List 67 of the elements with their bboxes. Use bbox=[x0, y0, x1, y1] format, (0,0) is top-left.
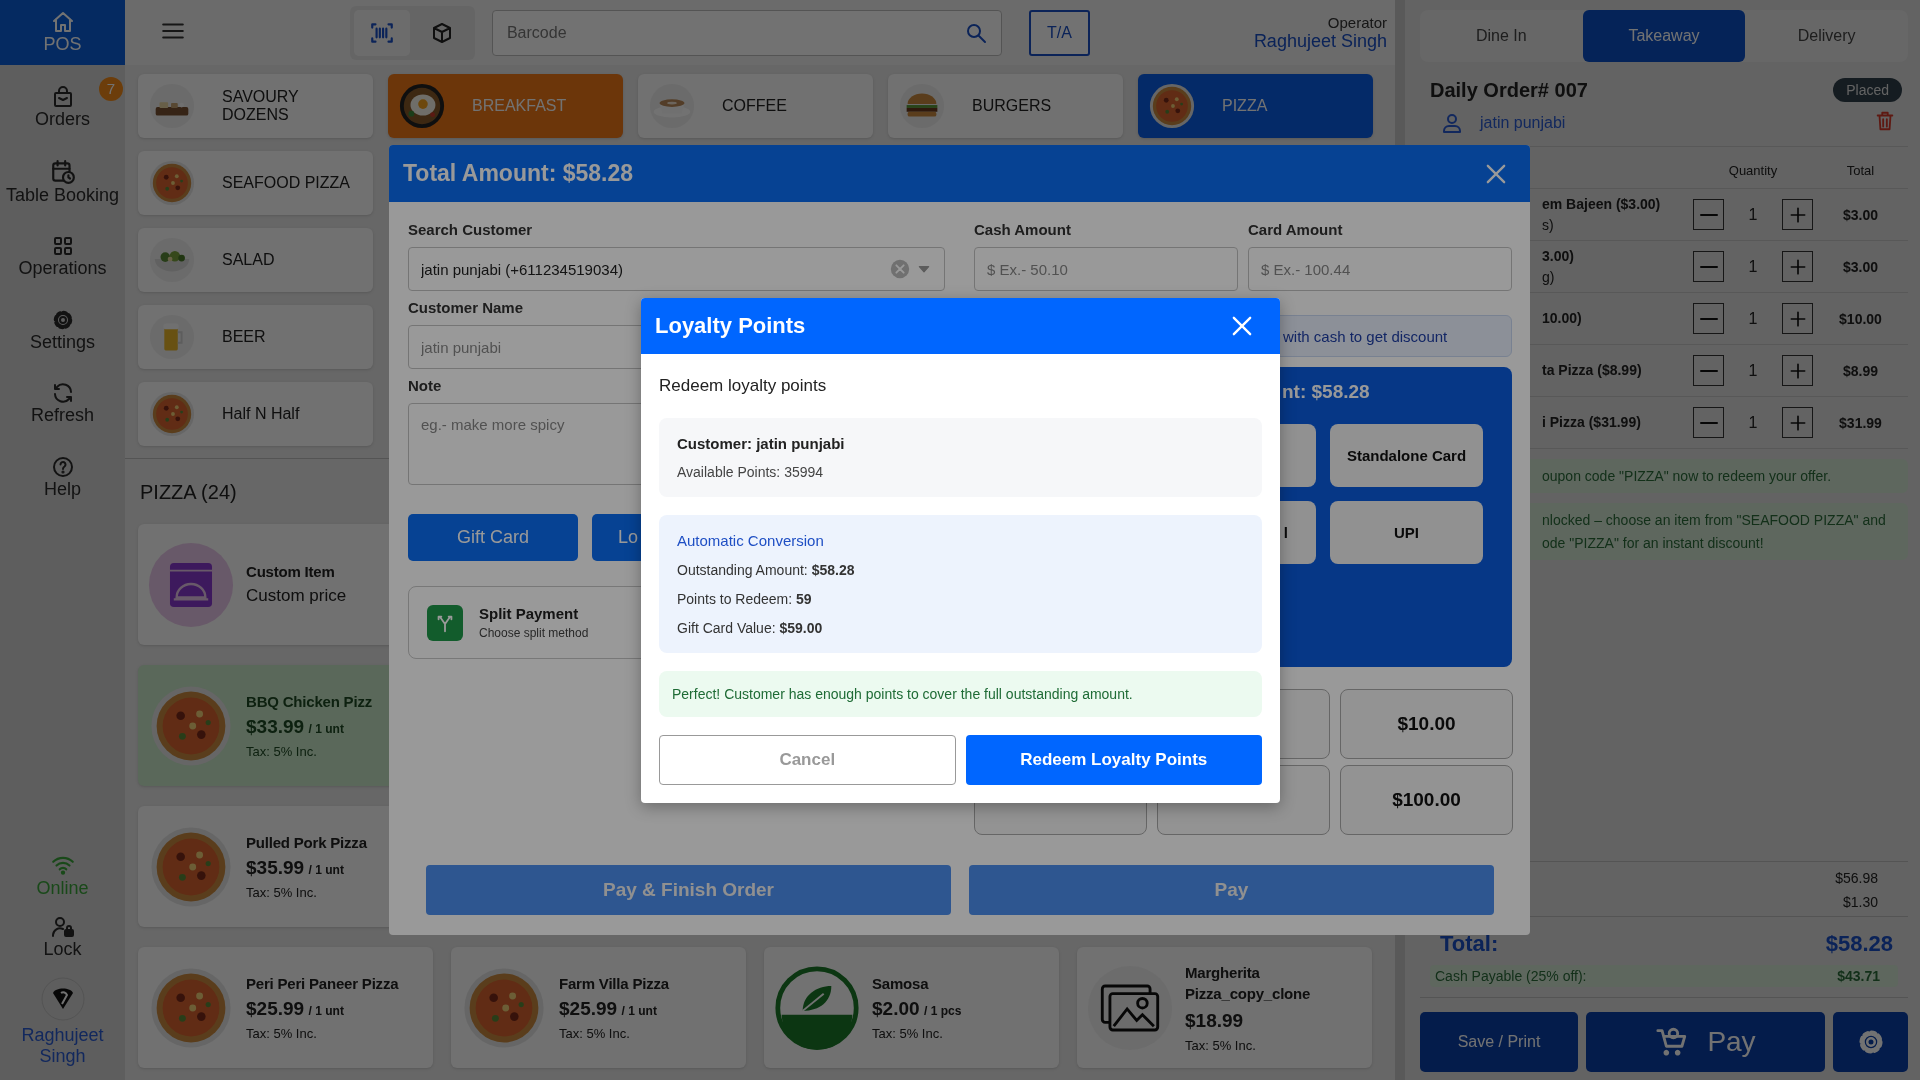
tax-note: Tax: 5% Inc. bbox=[559, 1025, 631, 1041]
available-points: Available Points: 35994 bbox=[677, 464, 825, 480]
tax-note: Tax: 5% Inc. bbox=[246, 743, 318, 759]
field-label: Card Amount bbox=[1248, 221, 1343, 238]
product-price: $33.99 / 1 unt bbox=[246, 715, 345, 738]
field-label: Cash Amount bbox=[974, 221, 1071, 238]
product-price: $25.99 / 1 unt bbox=[559, 997, 658, 1020]
dialog-title: Loyalty Points bbox=[655, 313, 806, 339]
item-total: $3.00 bbox=[1841, 206, 1879, 223]
cash-payable-value: $43.71 bbox=[1837, 968, 1880, 984]
dialog-subtitle: Redeem loyalty points bbox=[659, 376, 828, 396]
total-value: $58.28 bbox=[1825, 931, 1893, 957]
conversion-title: Automatic Conversion bbox=[677, 532, 825, 549]
summary-value: $56.98 bbox=[1835, 870, 1878, 886]
item-total: $10.00 bbox=[1838, 310, 1883, 327]
item-total: $31.99 bbox=[1838, 414, 1883, 431]
operator-label: Operator bbox=[1327, 13, 1387, 31]
product-name: Custom Item bbox=[246, 563, 336, 580]
tax-note: Tax: 5% Inc. bbox=[872, 1025, 944, 1041]
product-name: Peri Peri Paneer Pizza bbox=[246, 974, 399, 992]
status-badge: Placed bbox=[1833, 78, 1902, 102]
item-total: $3.00 bbox=[1841, 258, 1879, 275]
quantity-value: 1 bbox=[1748, 413, 1758, 432]
product-name: BBQ Chicken Pizz bbox=[246, 692, 372, 710]
operator-name: Raghujeet Singh bbox=[1253, 30, 1387, 52]
column-header: Quantity bbox=[1727, 163, 1779, 178]
split-subtitle: Choose split method bbox=[479, 626, 589, 640]
total-label: Total: bbox=[1440, 931, 1499, 957]
conversion-detail: Points to Redeem: 59 bbox=[677, 591, 813, 607]
field-label: Search Customer bbox=[408, 221, 533, 238]
customer-name: Customer: jatin punjabi bbox=[677, 435, 846, 452]
item-name: 3.00) g) bbox=[1541, 247, 1575, 287]
product-price: $25.99 / 1 unt bbox=[246, 997, 345, 1020]
column-header: Total bbox=[1845, 163, 1876, 178]
tax-note: Tax: 5% Inc. bbox=[246, 884, 318, 900]
success-message: Perfect! Customer has enough points to cover the full outstanding amount. bbox=[659, 671, 1262, 717]
amount-title: nt: $58.28 bbox=[1281, 381, 1371, 404]
connection-status: Online bbox=[0, 843, 125, 908]
cash-payable-label: Cash Payable (25% off): bbox=[1435, 968, 1587, 984]
split-title: Split Payment bbox=[479, 605, 580, 622]
count-badge: 7 bbox=[99, 77, 123, 101]
product-price: Custom price bbox=[246, 586, 347, 606]
tax-note: Tax: 5% Inc. bbox=[246, 1025, 318, 1041]
quantity-value: 1 bbox=[1748, 309, 1758, 328]
quantity-value: 1 bbox=[1748, 205, 1758, 224]
summary-value: $1.30 bbox=[1842, 894, 1878, 910]
tax-note: Tax: 5% Inc. bbox=[1185, 1038, 1257, 1053]
product-price: $35.99 / 1 unt bbox=[246, 856, 345, 879]
product-name: Pulled Pork Pizza bbox=[246, 833, 367, 851]
item-total: $8.99 bbox=[1841, 362, 1879, 379]
item-name: i Pizza ($31.99) bbox=[1541, 413, 1642, 433]
field-label: Customer Name bbox=[408, 299, 524, 316]
conversion-detail: Outstanding Amount: $58.28 bbox=[677, 562, 856, 578]
product-price: $2.00 / 1 pcs bbox=[872, 997, 962, 1020]
item-name: em Bajeen ($3.00) s) bbox=[1541, 195, 1662, 235]
order-title: Daily Order# 007 bbox=[1430, 78, 1588, 102]
modal-title: Total Amount: $58.28 bbox=[403, 160, 634, 187]
quantity-value: 1 bbox=[1748, 361, 1758, 380]
conversion-detail: Gift Card Value: $59.00 bbox=[677, 620, 824, 636]
field-label: Note bbox=[408, 377, 442, 394]
quantity-value: 1 bbox=[1748, 257, 1758, 276]
product-name: Samosa bbox=[872, 974, 930, 992]
item-name: ta Pizza ($8.99) bbox=[1541, 361, 1643, 381]
product-name: Margherita Pizza_copy_clone bbox=[1185, 963, 1312, 1004]
item-name: 10.00) bbox=[1541, 309, 1583, 329]
product-name: Farm Villa Pizza bbox=[559, 974, 669, 992]
product-price: $18.99 bbox=[1185, 1010, 1245, 1032]
